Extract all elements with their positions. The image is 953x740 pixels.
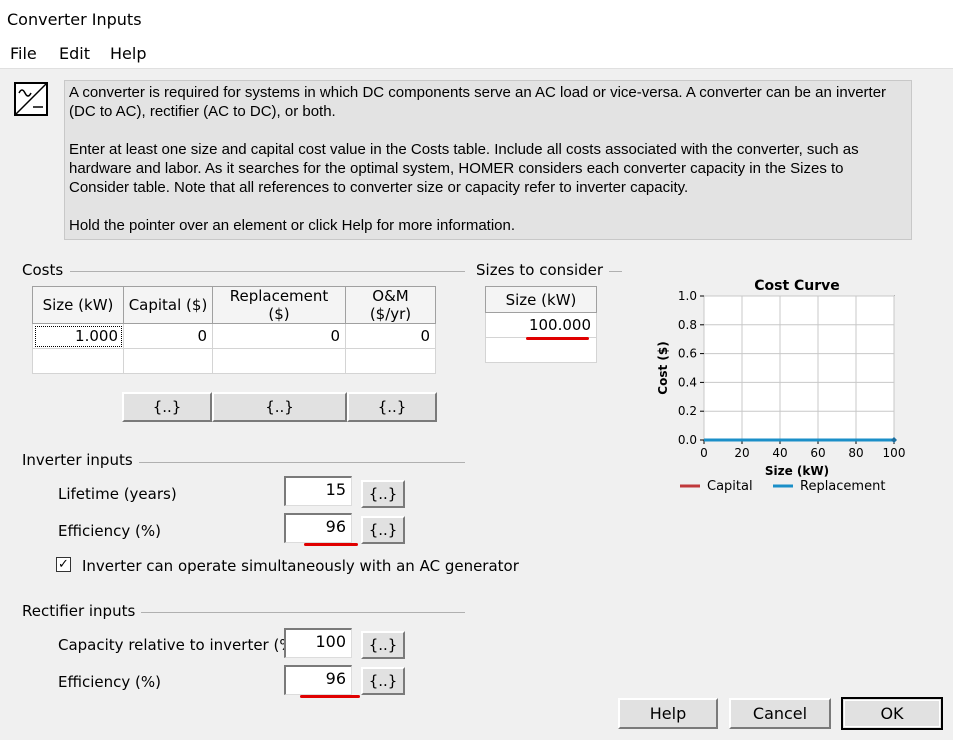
rectifier-efficiency-input[interactable]: 96 bbox=[284, 665, 352, 695]
costs-table[interactable]: Size (kW) Capital ($) Replacement ($) O&… bbox=[32, 286, 436, 374]
costs-size-sensitivity-button[interactable]: {..} bbox=[122, 392, 212, 422]
table-row bbox=[485, 337, 597, 363]
rectifier-efficiency-sensitivity-button[interactable]: {..} bbox=[361, 667, 405, 695]
chart-legend-label-capital: Capital bbox=[707, 479, 753, 494]
inverter-group-line bbox=[133, 462, 465, 463]
chart-y-ticks: 0.0 0.2 0.4 0.6 0.8 1.0 bbox=[678, 289, 704, 447]
costs-cell-capital[interactable]: 0 bbox=[123, 323, 213, 349]
chart-x-tick-label: 0 bbox=[700, 446, 708, 460]
chart-y-tick-label: 0.2 bbox=[678, 404, 697, 418]
chart-y-tick-label: 0.0 bbox=[678, 433, 697, 447]
inverter-efficiency-highlight-underline bbox=[304, 543, 358, 546]
chart-x-tick-label: 80 bbox=[848, 446, 863, 460]
inverter-efficiency-label: Efficiency (%) bbox=[58, 522, 161, 540]
costs-table-header: Size (kW) Capital ($) Replacement ($) O&… bbox=[32, 286, 436, 324]
rectifier-capacity-label: Capacity relative to inverter (%) bbox=[58, 636, 300, 654]
info-paragraph-1: A converter is required for systems in w… bbox=[69, 84, 887, 120]
chart-y-axis-label: Cost ($) bbox=[656, 341, 670, 394]
menu-edit[interactable]: Edit bbox=[59, 44, 90, 63]
rectifier-capacity-input[interactable]: 100 bbox=[284, 628, 352, 658]
chart-legend: Capital Replacement bbox=[680, 479, 885, 494]
title-bar: Converter Inputs bbox=[0, 0, 953, 38]
sizes-table[interactable]: Size (kW) 100.000 bbox=[485, 286, 597, 363]
cancel-button[interactable]: Cancel bbox=[729, 698, 831, 729]
help-button[interactable]: Help bbox=[618, 698, 718, 729]
sizes-table-header: Size (kW) bbox=[485, 286, 597, 313]
rectifier-efficiency-label: Efficiency (%) bbox=[58, 673, 161, 691]
rectifier-capacity-sensitivity-button[interactable]: {..} bbox=[361, 631, 405, 659]
costs-capital-sensitivity-button[interactable]: {..} bbox=[212, 392, 347, 422]
chart-x-axis-label: Size (kW) bbox=[765, 464, 829, 478]
chart-plot-area bbox=[703, 295, 895, 441]
costs-header-capital[interactable]: Capital ($) bbox=[123, 286, 213, 324]
chart-y-tick-label: 0.6 bbox=[678, 347, 697, 361]
sizes-cell-empty[interactable] bbox=[485, 337, 597, 363]
sizes-highlight-underline bbox=[526, 337, 589, 340]
cost-curve-chart: Cost Curve 0.0 0.2 0.4 0.6 0.8 1.0 0 20 40 60 80 1… bbox=[656, 278, 905, 494]
chart-y-tick-label: 0.4 bbox=[678, 375, 697, 389]
table-row bbox=[32, 348, 436, 374]
chart-x-tick-label: 100 bbox=[883, 446, 906, 460]
costs-cell-empty[interactable] bbox=[345, 348, 436, 374]
rectifier-efficiency-highlight-underline bbox=[300, 695, 360, 698]
info-panel: A converter is required for systems in w… bbox=[64, 80, 912, 240]
costs-header-replacement[interactable]: Replacement ($) bbox=[212, 286, 346, 324]
costs-group-label: Costs bbox=[22, 261, 70, 279]
chart-y-tick-label: 0.8 bbox=[678, 318, 697, 332]
chart-x-ticks: 0 20 40 60 80 100 bbox=[700, 440, 905, 460]
chart-x-tick-label: 40 bbox=[772, 446, 787, 460]
menu-file[interactable]: File bbox=[10, 44, 37, 63]
costs-header-om[interactable]: O&M ($/yr) bbox=[345, 286, 436, 324]
table-row: 1.000 0 0 0 bbox=[32, 323, 436, 349]
info-paragraph-2: Enter at least one size and capital cost… bbox=[69, 141, 859, 196]
chart-legend-label-replacement: Replacement bbox=[800, 479, 885, 494]
costs-cell-size[interactable]: 1.000 bbox=[32, 323, 124, 349]
costs-group-line bbox=[70, 271, 465, 272]
costs-header-size[interactable]: Size (kW) bbox=[32, 286, 124, 324]
sizes-cell-value[interactable]: 100.000 bbox=[485, 312, 597, 338]
inverter-efficiency-sensitivity-button[interactable]: {..} bbox=[361, 516, 405, 544]
menu-help[interactable]: Help bbox=[110, 44, 146, 63]
costs-om-sensitivity-button[interactable]: {..} bbox=[347, 392, 437, 422]
rectifier-group-line bbox=[136, 612, 465, 613]
sizes-header-size[interactable]: Size (kW) bbox=[485, 286, 597, 313]
chart-x-tick-label: 20 bbox=[734, 446, 749, 460]
sizes-group-label: Sizes to consider bbox=[476, 261, 610, 279]
window-title: Converter Inputs bbox=[7, 10, 142, 29]
lifetime-input[interactable]: 15 bbox=[284, 476, 352, 506]
converter-icon bbox=[14, 82, 48, 116]
inverter-group-label: Inverter inputs bbox=[22, 451, 139, 469]
lifetime-label: Lifetime (years) bbox=[58, 485, 177, 503]
menu-bar: File Edit Help bbox=[0, 38, 953, 69]
costs-cell-om[interactable]: 0 bbox=[345, 323, 436, 349]
inverter-efficiency-input[interactable]: 96 bbox=[284, 513, 352, 543]
ok-button[interactable]: OK bbox=[841, 697, 943, 730]
costs-cell-empty[interactable] bbox=[123, 348, 213, 374]
table-row: 100.000 bbox=[485, 312, 597, 338]
costs-cell-replacement[interactable]: 0 bbox=[212, 323, 346, 349]
costs-cell-empty[interactable] bbox=[32, 348, 124, 374]
chart-y-tick-label: 1.0 bbox=[678, 289, 697, 303]
chart-x-tick-label: 60 bbox=[810, 446, 825, 460]
simultaneous-operation-checkbox[interactable]: ✓ bbox=[56, 557, 71, 572]
chart-grid bbox=[703, 295, 895, 441]
simultaneous-operation-label: Inverter can operate simultaneously with… bbox=[82, 557, 519, 575]
lifetime-sensitivity-button[interactable]: {..} bbox=[361, 480, 405, 508]
chart-title: Cost Curve bbox=[754, 278, 840, 294]
rectifier-group-label: Rectifier inputs bbox=[22, 602, 142, 620]
info-paragraph-3: Hold the pointer over an element or clic… bbox=[69, 217, 516, 234]
costs-cell-empty[interactable] bbox=[212, 348, 346, 374]
